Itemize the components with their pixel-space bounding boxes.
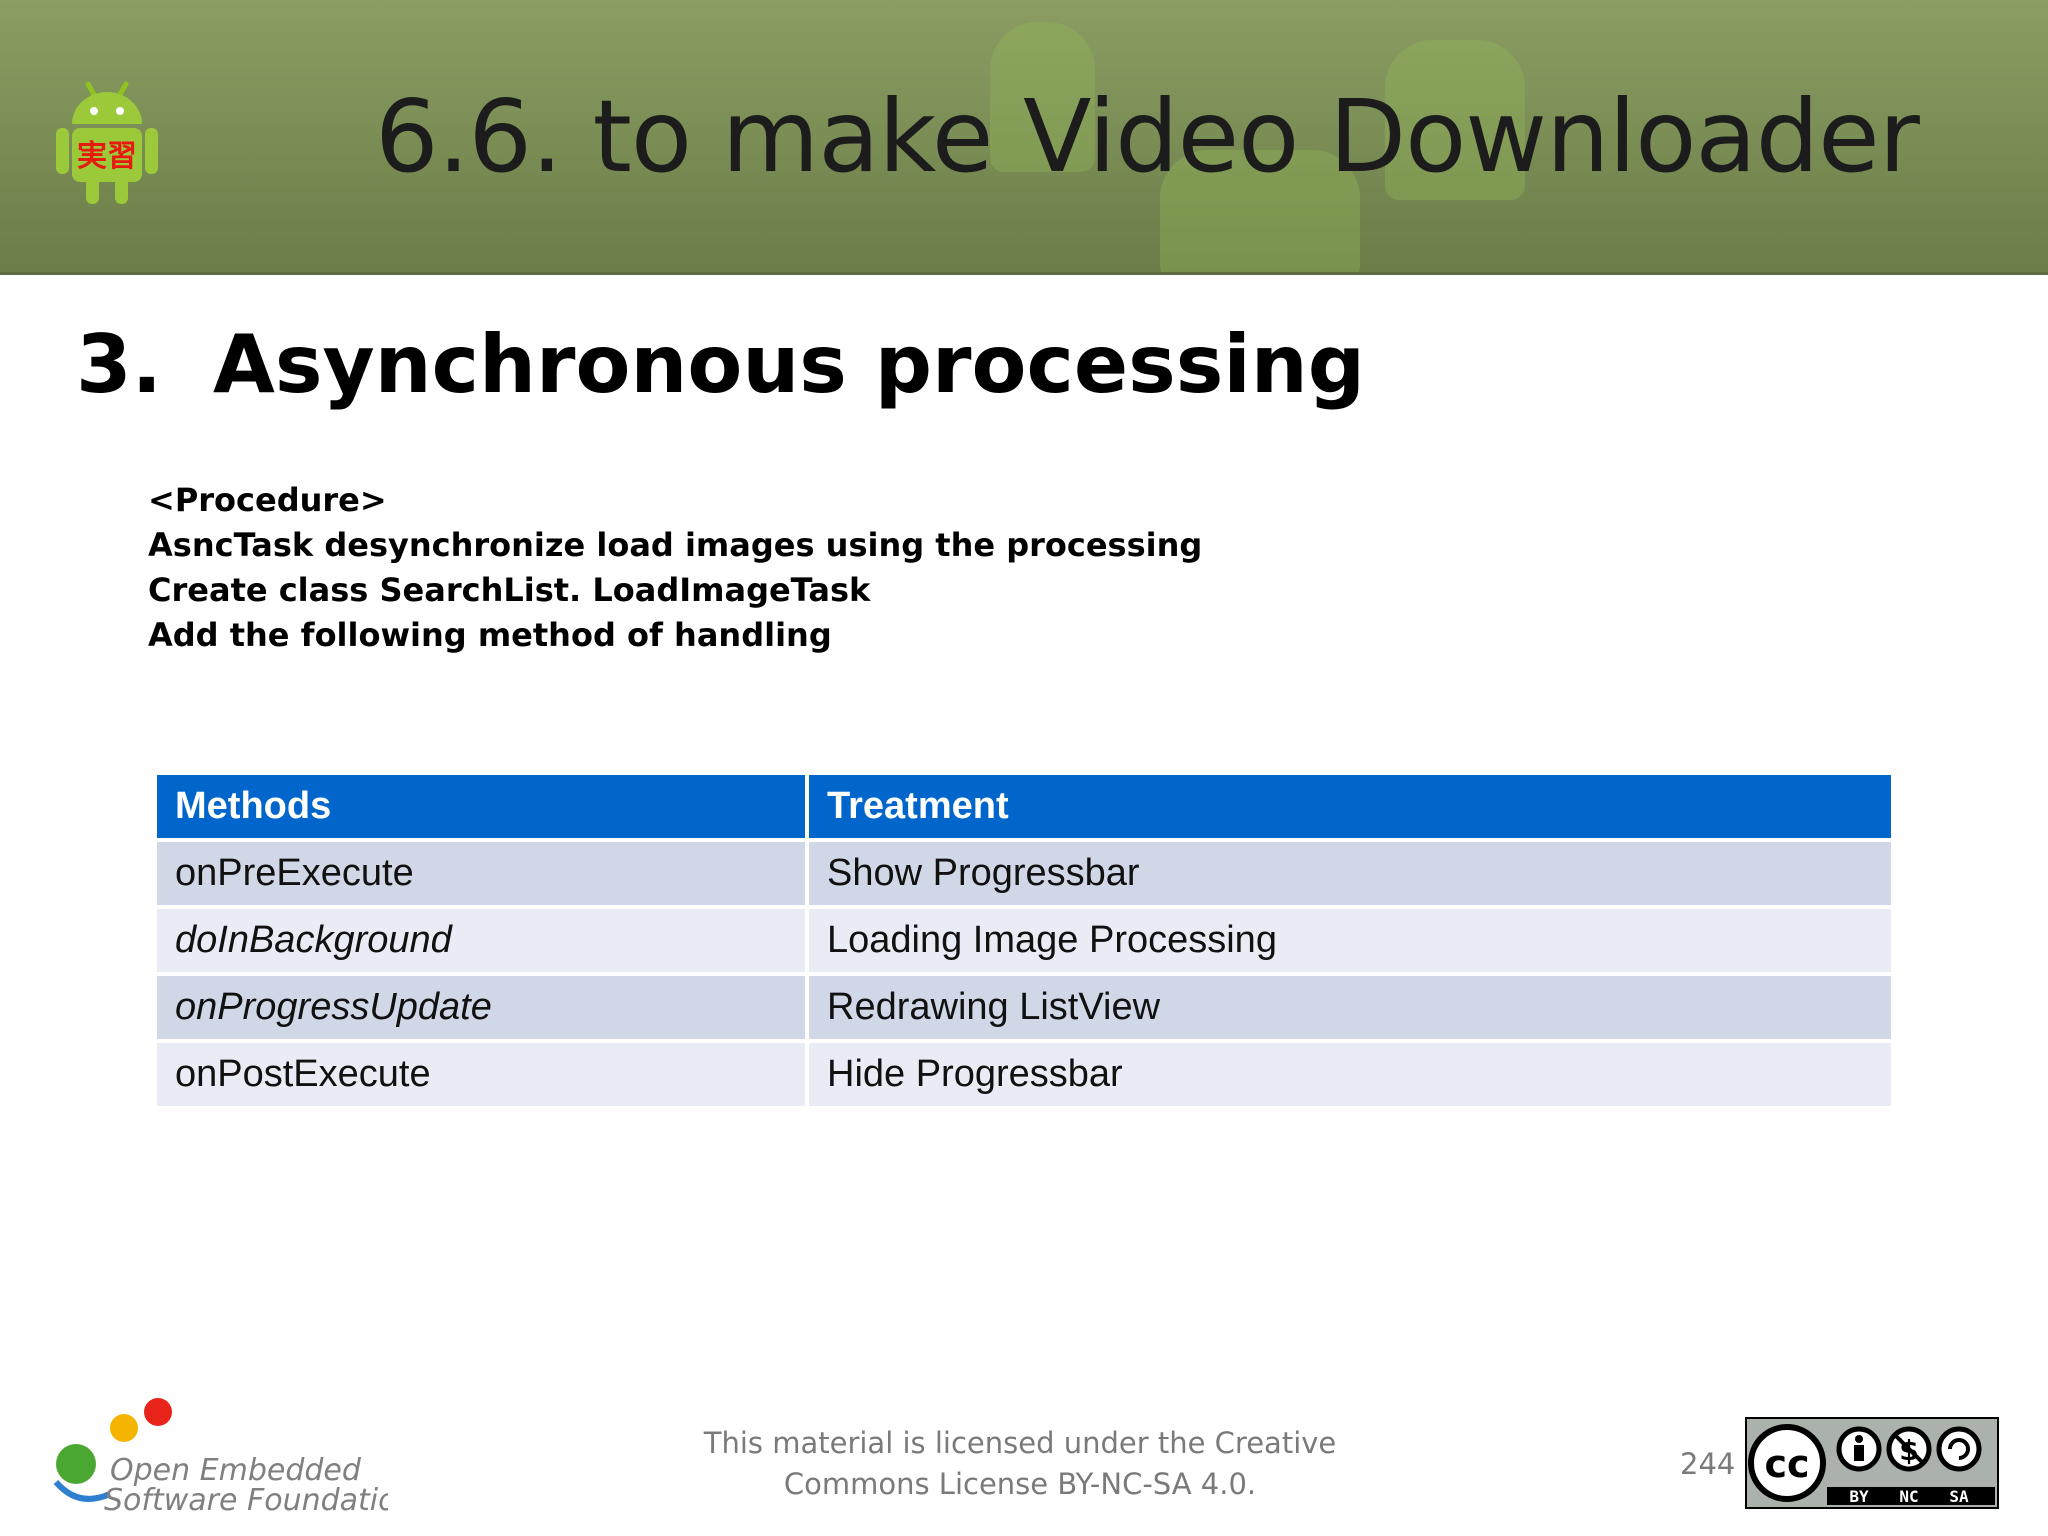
by-person-icon bbox=[1855, 1435, 1863, 1443]
page-number: 244 bbox=[1680, 1447, 1736, 1481]
android-exercise-logo: 実習 bbox=[56, 81, 158, 204]
column-header-treatment: Treatment bbox=[809, 775, 1891, 838]
methods-table: Methods Treatment onPreExecute Show Prog… bbox=[153, 771, 1895, 1110]
table-header-row: Methods Treatment bbox=[157, 775, 1891, 838]
cc-icon: cc bbox=[1764, 1442, 1809, 1486]
procedure-line: Create class SearchList. LoadImageTask bbox=[148, 571, 871, 609]
oesf-logo: Open Embedded Software Foundation bbox=[53, 1398, 388, 1518]
treatment-cell: Show Progressbar bbox=[809, 842, 1891, 905]
column-header-methods: Methods bbox=[157, 775, 805, 838]
method-cell: onProgressUpdate bbox=[157, 976, 805, 1039]
license-line: Commons License BY-NC-SA 4.0. bbox=[783, 1467, 1257, 1501]
slide-title: 6.6. to make Video Downloader bbox=[375, 78, 1920, 195]
cc-license-badge: cc $ BY NC SA bbox=[1745, 1417, 1999, 1509]
license-notice: This material is licensed under the Crea… bbox=[700, 1423, 1340, 1505]
cc-nc-label: NC bbox=[1899, 1487, 1918, 1506]
section-heading: 3. Asynchronous processing bbox=[76, 318, 1365, 411]
section-number: 3. bbox=[76, 318, 163, 411]
table-row: onPostExecute Hide Progressbar bbox=[157, 1043, 1891, 1106]
logo-label: 実習 bbox=[77, 139, 137, 174]
oesf-logo-line2: Software Foundation bbox=[104, 1483, 388, 1518]
method-cell: doInBackground bbox=[157, 909, 805, 972]
procedure-label: <Procedure> bbox=[148, 481, 387, 519]
section-title: Asynchronous processing bbox=[213, 318, 1365, 411]
cc-by-label: BY bbox=[1849, 1487, 1869, 1506]
cc-sa-label: SA bbox=[1949, 1487, 1969, 1506]
treatment-cell: Hide Progressbar bbox=[809, 1043, 1891, 1106]
table-row: onProgressUpdate Redrawing ListView bbox=[157, 976, 1891, 1039]
license-line: This material is licensed under the Crea… bbox=[703, 1426, 1337, 1460]
table-row: doInBackground Loading Image Processing bbox=[157, 909, 1891, 972]
procedure-text: <Procedure> AsncTask desynchronize load … bbox=[148, 478, 1202, 658]
slide-header-band: 実習 6.6. to make Video Downloader bbox=[0, 0, 2048, 275]
method-cell: onPreExecute bbox=[157, 842, 805, 905]
table-row: onPreExecute Show Progressbar bbox=[157, 842, 1891, 905]
method-cell: onPostExecute bbox=[157, 1043, 805, 1106]
treatment-cell: Redrawing ListView bbox=[809, 976, 1891, 1039]
procedure-line: AsncTask desynchronize load images using… bbox=[148, 526, 1203, 564]
treatment-cell: Loading Image Processing bbox=[809, 909, 1891, 972]
procedure-line: Add the following method of handling bbox=[148, 616, 832, 654]
